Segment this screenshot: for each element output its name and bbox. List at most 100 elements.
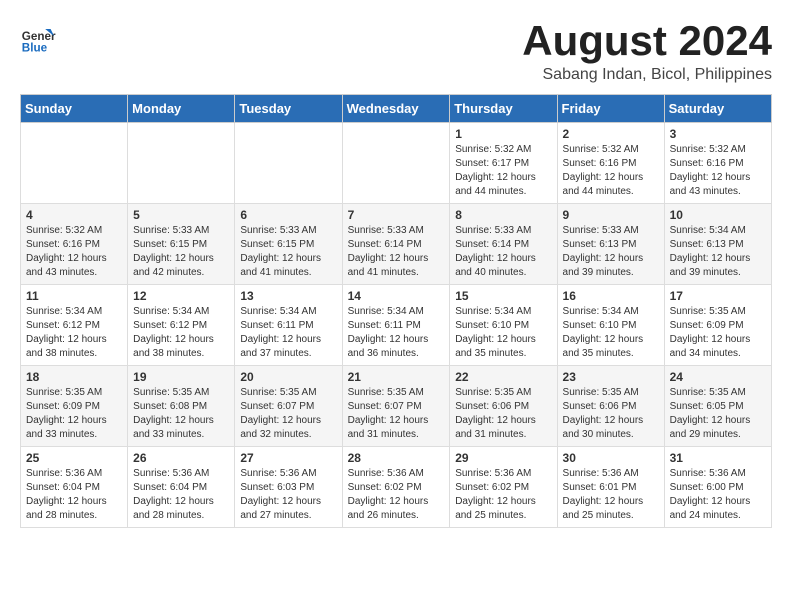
calendar-table: SundayMondayTuesdayWednesdayThursdayFrid… [20, 94, 772, 528]
day-info: Sunrise: 5:36 AM Sunset: 6:03 PM Dayligh… [240, 467, 336, 523]
calendar-cell: 2 Sunrise: 5:32 AM Sunset: 6:16 PM Daylig… [557, 123, 664, 204]
calendar-cell: 27Sunrise: 5:36 AM Sunset: 6:03 PM Dayli… [235, 447, 342, 528]
day-number: 8 [455, 208, 551, 222]
day-info: Sunrise: 5:35 AM Sunset: 6:09 PM Dayligh… [670, 305, 766, 361]
day-info: Sunrise: 5:35 AM Sunset: 6:05 PM Dayligh… [670, 386, 766, 442]
day-info: Sunrise: 5:34 AM Sunset: 6:12 PM Dayligh… [133, 305, 229, 361]
day-number: 7 [348, 208, 445, 222]
calendar-week-4: 18 Sunrise: 5:35 AM Sunset: 6:09 PM Dayli… [21, 366, 772, 447]
weekday-header-monday: Monday [128, 95, 235, 123]
day-number: 26 [133, 451, 229, 465]
day-number: 18 [26, 370, 122, 384]
day-number: 20 [240, 370, 336, 384]
day-number: 28 [348, 451, 445, 465]
calendar-cell: 24 Sunrise: 5:35 AM Sunset: 6:05 PM Dayli… [664, 366, 771, 447]
calendar-cell: 1 Sunrise: 5:32 AM Sunset: 6:17 PM Daylig… [450, 123, 557, 204]
calendar-week-2: 4 Sunrise: 5:32 AM Sunset: 6:16 PM Daylig… [21, 204, 772, 285]
calendar-cell: 15 Sunrise: 5:34 AM Sunset: 6:10 PM Dayli… [450, 285, 557, 366]
day-info: Sunrise: 5:34 AM Sunset: 6:11 PM Dayligh… [348, 305, 445, 361]
calendar-cell: 30 Sunrise: 5:36 AM Sunset: 6:01 PM Dayli… [557, 447, 664, 528]
day-number: 15 [455, 289, 551, 303]
day-number: 21 [348, 370, 445, 384]
day-info: Sunrise: 5:36 AM Sunset: 6:00 PM Dayligh… [670, 467, 766, 523]
calendar-cell: 28Sunrise: 5:36 AM Sunset: 6:02 PM Dayli… [342, 447, 450, 528]
calendar-cell: 18 Sunrise: 5:35 AM Sunset: 6:09 PM Dayli… [21, 366, 128, 447]
page-header: General Blue August 2024 Sabang Indan, B… [20, 20, 772, 84]
title-block: August 2024 Sabang Indan, Bicol, Philipp… [522, 20, 772, 84]
day-info: Sunrise: 5:36 AM Sunset: 6:02 PM Dayligh… [455, 467, 551, 523]
calendar-cell: 13 Sunrise: 5:34 AM Sunset: 6:11 PM Dayli… [235, 285, 342, 366]
calendar-cell: 25 Sunrise: 5:36 AM Sunset: 6:04 PM Dayli… [21, 447, 128, 528]
day-info: Sunrise: 5:32 AM Sunset: 6:16 PM Dayligh… [563, 143, 659, 199]
calendar-cell: 9 Sunrise: 5:33 AM Sunset: 6:13 PM Daylig… [557, 204, 664, 285]
day-number: 14 [348, 289, 445, 303]
calendar-cell: 10 Sunrise: 5:34 AM Sunset: 6:13 PM Dayli… [664, 204, 771, 285]
day-info: Sunrise: 5:35 AM Sunset: 6:09 PM Dayligh… [26, 386, 122, 442]
day-info: Sunrise: 5:34 AM Sunset: 6:13 PM Dayligh… [670, 224, 766, 280]
weekday-header-row: SundayMondayTuesdayWednesdayThursdayFrid… [21, 95, 772, 123]
calendar-cell: 16 Sunrise: 5:34 AM Sunset: 6:10 PM Dayli… [557, 285, 664, 366]
day-number: 13 [240, 289, 336, 303]
month-title: August 2024 [522, 20, 772, 62]
calendar-cell: 26 Sunrise: 5:36 AM Sunset: 6:04 PM Dayli… [128, 447, 235, 528]
day-number: 5 [133, 208, 229, 222]
day-number: 19 [133, 370, 229, 384]
logo-icon: General Blue [20, 20, 56, 56]
day-number: 1 [455, 127, 551, 141]
day-info: Sunrise: 5:32 AM Sunset: 6:16 PM Dayligh… [670, 143, 766, 199]
day-number: 9 [563, 208, 659, 222]
calendar-week-3: 11 Sunrise: 5:34 AM Sunset: 6:12 PM Dayli… [21, 285, 772, 366]
day-number: 29 [455, 451, 551, 465]
day-info: Sunrise: 5:36 AM Sunset: 6:01 PM Dayligh… [563, 467, 659, 523]
day-info: Sunrise: 5:33 AM Sunset: 6:13 PM Dayligh… [563, 224, 659, 280]
calendar-cell: 6Sunrise: 5:33 AM Sunset: 6:15 PM Daylig… [235, 204, 342, 285]
calendar-cell: 22Sunrise: 5:35 AM Sunset: 6:06 PM Dayli… [450, 366, 557, 447]
weekday-header-sunday: Sunday [21, 95, 128, 123]
day-info: Sunrise: 5:34 AM Sunset: 6:12 PM Dayligh… [26, 305, 122, 361]
calendar-cell: 29 Sunrise: 5:36 AM Sunset: 6:02 PM Dayli… [450, 447, 557, 528]
day-info: Sunrise: 5:33 AM Sunset: 6:15 PM Dayligh… [240, 224, 336, 280]
calendar-cell [235, 123, 342, 204]
calendar-cell: 20 Sunrise: 5:35 AM Sunset: 6:07 PM Dayli… [235, 366, 342, 447]
day-info: Sunrise: 5:35 AM Sunset: 6:08 PM Dayligh… [133, 386, 229, 442]
day-number: 2 [563, 127, 659, 141]
calendar-cell: 3Sunrise: 5:32 AM Sunset: 6:16 PM Daylig… [664, 123, 771, 204]
day-number: 30 [563, 451, 659, 465]
calendar-cell: 11 Sunrise: 5:34 AM Sunset: 6:12 PM Dayli… [21, 285, 128, 366]
day-number: 17 [670, 289, 766, 303]
day-number: 10 [670, 208, 766, 222]
day-info: Sunrise: 5:33 AM Sunset: 6:14 PM Dayligh… [455, 224, 551, 280]
day-info: Sunrise: 5:34 AM Sunset: 6:10 PM Dayligh… [455, 305, 551, 361]
day-number: 12 [133, 289, 229, 303]
day-info: Sunrise: 5:33 AM Sunset: 6:15 PM Dayligh… [133, 224, 229, 280]
day-number: 24 [670, 370, 766, 384]
location-subtitle: Sabang Indan, Bicol, Philippines [522, 66, 772, 84]
day-info: Sunrise: 5:33 AM Sunset: 6:14 PM Dayligh… [348, 224, 445, 280]
calendar-cell: 5 Sunrise: 5:33 AM Sunset: 6:15 PM Daylig… [128, 204, 235, 285]
day-info: Sunrise: 5:34 AM Sunset: 6:10 PM Dayligh… [563, 305, 659, 361]
day-number: 23 [563, 370, 659, 384]
svg-text:Blue: Blue [22, 42, 48, 55]
day-number: 4 [26, 208, 122, 222]
day-info: Sunrise: 5:34 AM Sunset: 6:11 PM Dayligh… [240, 305, 336, 361]
calendar-cell: 8 Sunrise: 5:33 AM Sunset: 6:14 PM Daylig… [450, 204, 557, 285]
day-info: Sunrise: 5:36 AM Sunset: 6:04 PM Dayligh… [26, 467, 122, 523]
calendar-cell: 12 Sunrise: 5:34 AM Sunset: 6:12 PM Dayli… [128, 285, 235, 366]
calendar-cell: 17 Sunrise: 5:35 AM Sunset: 6:09 PM Dayli… [664, 285, 771, 366]
day-number: 11 [26, 289, 122, 303]
day-info: Sunrise: 5:32 AM Sunset: 6:17 PM Dayligh… [455, 143, 551, 199]
calendar-cell: 4 Sunrise: 5:32 AM Sunset: 6:16 PM Daylig… [21, 204, 128, 285]
calendar-week-1: 1 Sunrise: 5:32 AM Sunset: 6:17 PM Daylig… [21, 123, 772, 204]
calendar-cell [128, 123, 235, 204]
day-info: Sunrise: 5:32 AM Sunset: 6:16 PM Dayligh… [26, 224, 122, 280]
calendar-cell: 21Sunrise: 5:35 AM Sunset: 6:07 PM Dayli… [342, 366, 450, 447]
weekday-header-wednesday: Wednesday [342, 95, 450, 123]
calendar-cell: 7 Sunrise: 5:33 AM Sunset: 6:14 PM Daylig… [342, 204, 450, 285]
day-info: Sunrise: 5:35 AM Sunset: 6:07 PM Dayligh… [240, 386, 336, 442]
day-number: 22 [455, 370, 551, 384]
day-number: 25 [26, 451, 122, 465]
calendar-cell: 19 Sunrise: 5:35 AM Sunset: 6:08 PM Dayli… [128, 366, 235, 447]
day-number: 16 [563, 289, 659, 303]
day-info: Sunrise: 5:36 AM Sunset: 6:04 PM Dayligh… [133, 467, 229, 523]
weekday-header-tuesday: Tuesday [235, 95, 342, 123]
